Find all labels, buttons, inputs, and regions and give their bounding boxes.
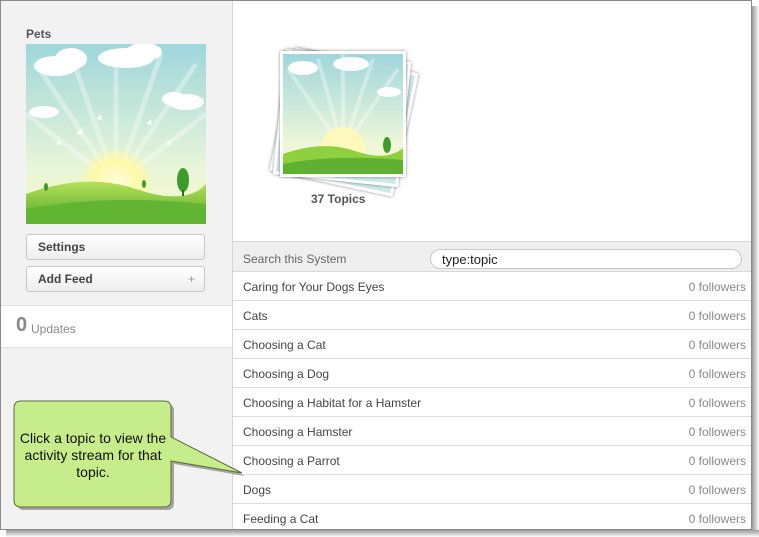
callout-text: Click a topic to view the activity strea…: [19, 430, 167, 480]
topic-row[interactable]: Dogs 0 followers: [233, 475, 751, 504]
add-feed-button[interactable]: Add Feed +: [26, 266, 205, 292]
topic-row[interactable]: Choosing a Habitat for a Hamster 0 follo…: [233, 388, 751, 417]
topic-row[interactable]: Choosing a Dog 0 followers: [233, 359, 751, 388]
search-input[interactable]: [430, 249, 742, 269]
topic-row[interactable]: Choosing a Parrot 0 followers: [233, 446, 751, 475]
updates-count: 0: [16, 314, 28, 336]
topics-count-label[interactable]: 37 Topics: [311, 192, 365, 206]
search-label: Search this System: [243, 252, 347, 266]
window-shadow-bottom: [6, 530, 759, 537]
topic-followers: 0 followers: [688, 396, 746, 410]
stack-card-front: [280, 51, 406, 177]
instruction-callout: Click a topic to view the activity strea…: [13, 400, 245, 510]
topic-name[interactable]: Choosing a Parrot: [243, 454, 340, 468]
settings-button[interactable]: Settings: [26, 234, 205, 260]
topic-followers: 0 followers: [688, 483, 746, 497]
search-bar: Search this System: [233, 241, 751, 272]
topic-name[interactable]: Feeding a Cat: [243, 512, 318, 526]
topic-followers: 0 followers: [688, 425, 746, 439]
topic-followers: 0 followers: [688, 512, 746, 526]
topic-followers: 0 followers: [688, 367, 746, 381]
system-title: Pets: [26, 27, 52, 41]
topic-name[interactable]: Choosing a Hamster: [243, 425, 352, 439]
topic-followers: 0 followers: [688, 454, 746, 468]
settings-button-label: Settings: [38, 240, 86, 254]
topic-list: Caring for Your Dogs Eyes 0 followers Ca…: [233, 272, 751, 529]
topic-name[interactable]: Choosing a Habitat for a Hamster: [243, 396, 421, 410]
topics-stack-icon[interactable]: [263, 39, 433, 197]
updates-label: Updates: [31, 322, 76, 336]
topic-row[interactable]: Caring for Your Dogs Eyes 0 followers: [233, 272, 751, 301]
system-image: [26, 44, 206, 224]
updates-summary[interactable]: 0 Updates: [1, 305, 232, 348]
topic-name[interactable]: Choosing a Dog: [243, 367, 329, 381]
topic-row[interactable]: Choosing a Cat 0 followers: [233, 330, 751, 359]
topic-name[interactable]: Caring for Your Dogs Eyes: [243, 280, 384, 294]
topic-followers: 0 followers: [688, 280, 746, 294]
topic-followers: 0 followers: [688, 309, 746, 323]
topic-row[interactable]: Feeding a Cat 0 followers: [233, 504, 751, 529]
topic-name[interactable]: Dogs: [243, 483, 271, 497]
screenshot-frame: Pets Settings Add Feed + 0 Updates 37 To…: [0, 0, 752, 530]
add-feed-button-label: Add Feed: [38, 272, 93, 286]
topic-row[interactable]: Choosing a Hamster 0 followers: [233, 417, 751, 446]
topic-name[interactable]: Cats: [243, 309, 268, 323]
topic-followers: 0 followers: [688, 338, 746, 352]
window-shadow-right: [752, 6, 759, 537]
topic-row[interactable]: Cats 0 followers: [233, 301, 751, 330]
topic-name[interactable]: Choosing a Cat: [243, 338, 326, 352]
plus-icon: +: [187, 272, 195, 286]
